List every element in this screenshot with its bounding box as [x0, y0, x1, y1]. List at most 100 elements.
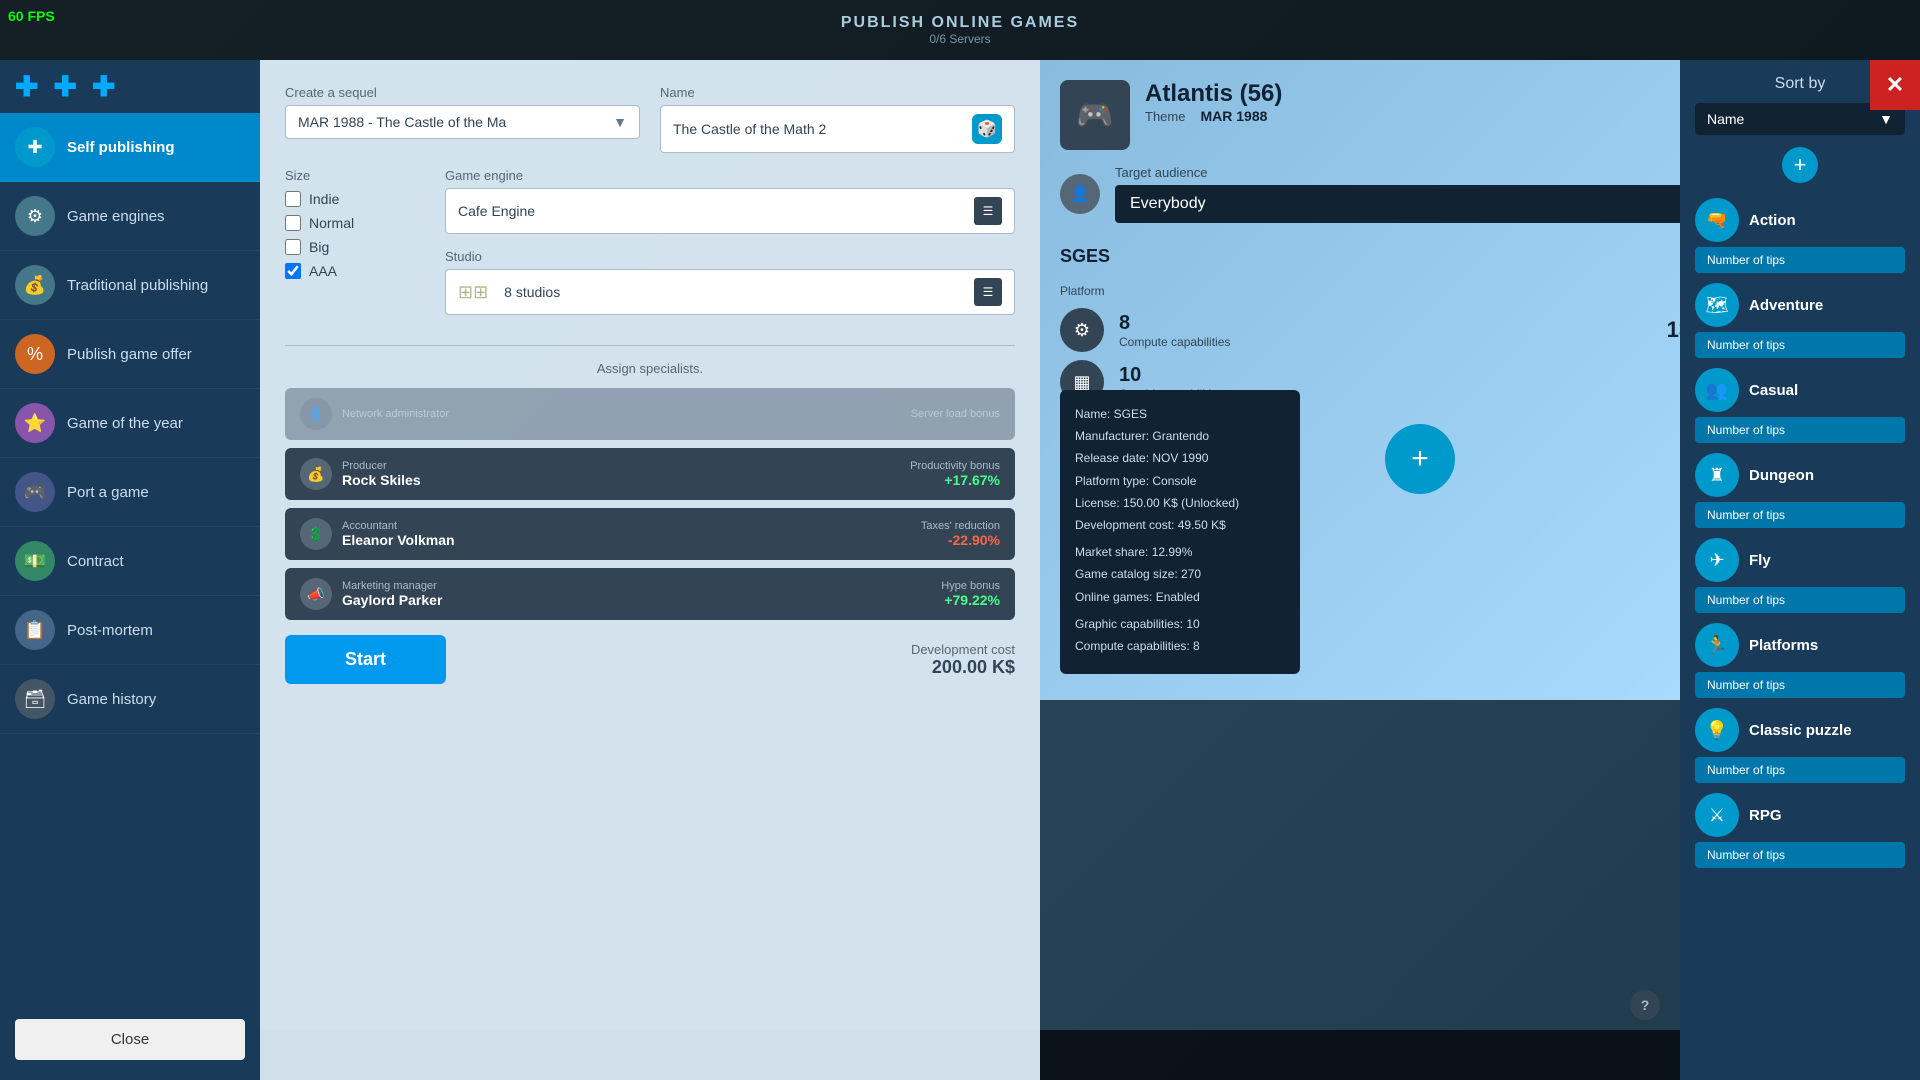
- producer-bonus-block: Productivity bonus +17.67%: [910, 460, 1000, 488]
- add-platform-button[interactable]: +: [1385, 424, 1455, 494]
- sidebar-item-label-game-of-the-year: Game of the year: [67, 415, 183, 432]
- genre-action-tips-button[interactable]: Number of tips: [1695, 247, 1905, 273]
- marketing-icon: 📣: [300, 578, 332, 610]
- sequel-arrow-icon: ▼: [613, 114, 627, 130]
- dev-cost-value: 200.00 K$: [911, 657, 1015, 678]
- game-date: MAR 1988: [1200, 108, 1267, 124]
- tooltip-compute-cap: Compute capabilities: 8: [1075, 637, 1285, 656]
- genre-classic-puzzle-tips-button[interactable]: Number of tips: [1695, 757, 1905, 783]
- sidebar-item-game-engines[interactable]: ⚙ Game engines: [0, 182, 260, 251]
- compute-label: Compute capabilities: [1119, 335, 1230, 349]
- traditional-publishing-icon: 💰: [15, 265, 55, 305]
- sidebar-item-self-publishing[interactable]: ✚ Self publishing: [0, 113, 260, 182]
- specialist-card-producer[interactable]: 💰 Producer Rock Skiles Productivity bonu…: [285, 448, 1015, 500]
- genre-dungeon-icon: ♜: [1695, 453, 1739, 497]
- genre-fly-tips-button[interactable]: Number of tips: [1695, 587, 1905, 613]
- size-indie-option[interactable]: Indie: [285, 191, 425, 207]
- name-input[interactable]: The Castle of the Math 2 🎲: [660, 105, 1015, 153]
- genre-item-dungeon: ♜ Dungeon Number of tips: [1695, 453, 1905, 528]
- main-form-panel: Create a sequel MAR 1988 - The Castle of…: [260, 60, 1040, 1080]
- genre-dungeon-header: ♜ Dungeon: [1695, 453, 1905, 497]
- start-button[interactable]: Start: [285, 635, 446, 684]
- accountant-role: Accountant: [342, 520, 455, 532]
- sidebar-item-game-history[interactable]: 🗃 Game history: [0, 665, 260, 734]
- sidebar-item-post-mortem[interactable]: 📋 Post-mortem: [0, 596, 260, 665]
- specialist-card-accountant[interactable]: 💲 Accountant Eleanor Volkman Taxes' redu…: [285, 508, 1015, 560]
- sidebar-item-traditional-publishing[interactable]: 💰 Traditional publishing: [0, 251, 260, 320]
- size-aaa-option[interactable]: AAA: [285, 263, 425, 279]
- sort-add-button[interactable]: +: [1782, 147, 1818, 183]
- genre-dungeon-tips-button[interactable]: Number of tips: [1695, 502, 1905, 528]
- platform-name: SGES: [1060, 246, 1110, 267]
- graphic-value: 10: [1119, 364, 1224, 387]
- size-indie-checkbox[interactable]: [285, 191, 301, 207]
- sidebar-plus-icon-3[interactable]: ✚: [92, 70, 115, 103]
- specialist-left-network-admin: 👤 Network administrator: [300, 398, 449, 430]
- genre-adventure-name: Adventure: [1749, 297, 1823, 314]
- genre-casual-tips-button[interactable]: Number of tips: [1695, 417, 1905, 443]
- size-aaa-checkbox[interactable]: [285, 263, 301, 279]
- sidebar-item-publish-game-offer[interactable]: % Publish game offer: [0, 320, 260, 389]
- game-header: 🎮 Atlantis (56) Theme MAR 1988 ☰ ♥: [1060, 80, 1780, 150]
- marketing-bonus-block: Hype bonus +79.22%: [941, 580, 1000, 608]
- tooltip-catalog-size: Game catalog size: 270: [1075, 565, 1285, 584]
- sidebar-item-label-contract: Contract: [67, 553, 124, 570]
- close-x-button[interactable]: [1870, 60, 1920, 110]
- studio-group: Studio ⊞⊞ 8 studios ☰: [445, 249, 1015, 315]
- genre-adventure-tips-button[interactable]: Number of tips: [1695, 332, 1905, 358]
- studio-value: 8 studios: [504, 284, 560, 300]
- sidebar-item-label-game-history: Game history: [67, 691, 156, 708]
- genre-rpg-tips-button[interactable]: Number of tips: [1695, 842, 1905, 868]
- genre-item-casual: 👥 Casual Number of tips: [1695, 368, 1905, 443]
- genre-casual-icon: 👥: [1695, 368, 1739, 412]
- sidebar-item-label-game-engines: Game engines: [67, 208, 165, 225]
- studio-select[interactable]: ⊞⊞ 8 studios ☰: [445, 269, 1015, 315]
- close-button[interactable]: Close: [15, 1019, 245, 1060]
- tooltip-dev-cost: Development cost: 49.50 K$: [1075, 516, 1285, 535]
- engine-studio-block: Game engine Cafe Engine ☰ Studio ⊞⊞ 8 st…: [445, 168, 1015, 330]
- game-of-the-year-icon: ⭐: [15, 403, 55, 443]
- sidebar-item-game-of-the-year[interactable]: ⭐ Game of the year: [0, 389, 260, 458]
- dice-icon[interactable]: 🎲: [972, 114, 1002, 144]
- network-admin-info: Network administrator: [342, 408, 449, 420]
- studio-menu-icon[interactable]: ☰: [974, 278, 1002, 306]
- network-admin-role: Network administrator: [342, 408, 449, 420]
- engine-select[interactable]: Cafe Engine ☰: [445, 188, 1015, 234]
- size-normal-option[interactable]: Normal: [285, 215, 425, 231]
- sidebar-item-port-a-game[interactable]: 🎮 Port a game: [0, 458, 260, 527]
- tooltip-license: License: 150.00 K$ (Unlocked): [1075, 494, 1285, 513]
- genre-dungeon-name: Dungeon: [1749, 467, 1814, 484]
- sidebar-item-label-traditional-publishing: Traditional publishing: [67, 277, 208, 294]
- tooltip-online-games: Online games: Enabled: [1075, 588, 1285, 607]
- name-value: The Castle of the Math 2: [673, 121, 826, 137]
- game-theme-row: Theme MAR 1988: [1145, 108, 1677, 124]
- top-bar: PUBLISH ONLINE GAMES 0/6 Servers: [0, 0, 1920, 60]
- tooltip-platform-type: Platform type: Console: [1075, 472, 1285, 491]
- sidebar-plus-icon-1[interactable]: ✚: [15, 70, 38, 103]
- help-indicator[interactable]: ?: [1630, 990, 1660, 1020]
- producer-bonus-value: +17.67%: [910, 472, 1000, 488]
- genre-platforms-tips-button[interactable]: Number of tips: [1695, 672, 1905, 698]
- post-mortem-icon: 📋: [15, 610, 55, 650]
- engine-menu-icon[interactable]: ☰: [974, 197, 1002, 225]
- marketing-role: Marketing manager: [342, 580, 442, 592]
- specialist-card-marketing[interactable]: 📣 Marketing manager Gaylord Parker Hype …: [285, 568, 1015, 620]
- accountant-icon: 💲: [300, 518, 332, 550]
- size-label: Size: [285, 168, 425, 183]
- sidebar-plus-icon-2[interactable]: ✚: [53, 70, 76, 103]
- genre-platforms-name: Platforms: [1749, 637, 1818, 654]
- size-big-checkbox[interactable]: [285, 239, 301, 255]
- sequel-select[interactable]: MAR 1988 - The Castle of the Ma ▼: [285, 105, 640, 139]
- genre-fly-name: Fly: [1749, 552, 1771, 569]
- assign-label: Assign specialists.: [285, 361, 1015, 376]
- engine-value: Cafe Engine: [458, 203, 535, 219]
- size-normal-checkbox[interactable]: [285, 215, 301, 231]
- tooltip-section-3: Graphic capabilities: 10 Compute capabil…: [1075, 615, 1285, 656]
- genre-platforms-icon: 🏃: [1695, 623, 1739, 667]
- engine-group: Game engine Cafe Engine ☰: [445, 168, 1015, 234]
- specialist-card-network-admin: 👤 Network administrator Server load bonu…: [285, 388, 1015, 440]
- genre-casual-header: 👥 Casual: [1695, 368, 1905, 412]
- size-big-option[interactable]: Big: [285, 239, 425, 255]
- sidebar-item-contract[interactable]: 💵 Contract: [0, 527, 260, 596]
- size-checkbox-group: Indie Normal Big AAA: [285, 191, 425, 279]
